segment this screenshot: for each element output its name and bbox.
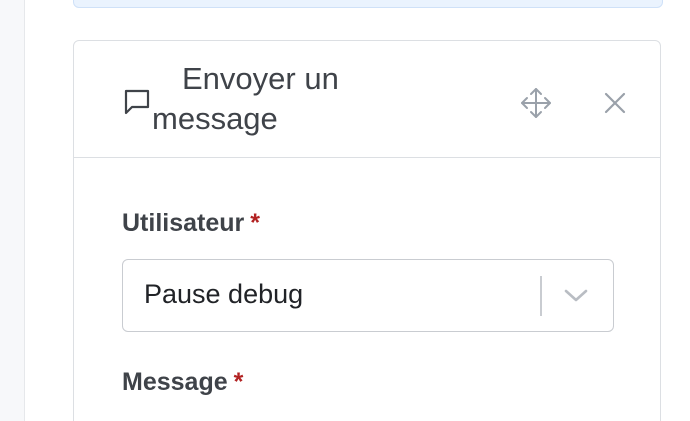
message-label-text: Message [122,368,228,396]
close-icon[interactable] [601,89,629,117]
move-icon[interactable] [519,86,553,120]
panel-header: Envoyer un message [74,41,660,158]
message-field-label: Message * [122,368,243,397]
chevron-down-icon[interactable] [561,284,591,308]
page: Envoyer un message Utilisateur * Pause d… [0,0,690,421]
required-marker: * [233,368,244,396]
info-banner [73,0,663,8]
user-field-label: Utilisateur * [122,209,260,238]
user-select-value: Pause debug [144,279,304,309]
required-marker: * [250,209,260,237]
send-message-panel: Envoyer un message Utilisateur * Pause d… [73,40,661,421]
user-select[interactable]: Pause debug [122,259,614,332]
chat-bubble-icon [124,89,150,115]
select-divider [540,276,542,316]
panel-title: Envoyer un message [152,61,339,136]
left-gutter [0,0,25,421]
user-label-text: Utilisateur [122,209,245,237]
